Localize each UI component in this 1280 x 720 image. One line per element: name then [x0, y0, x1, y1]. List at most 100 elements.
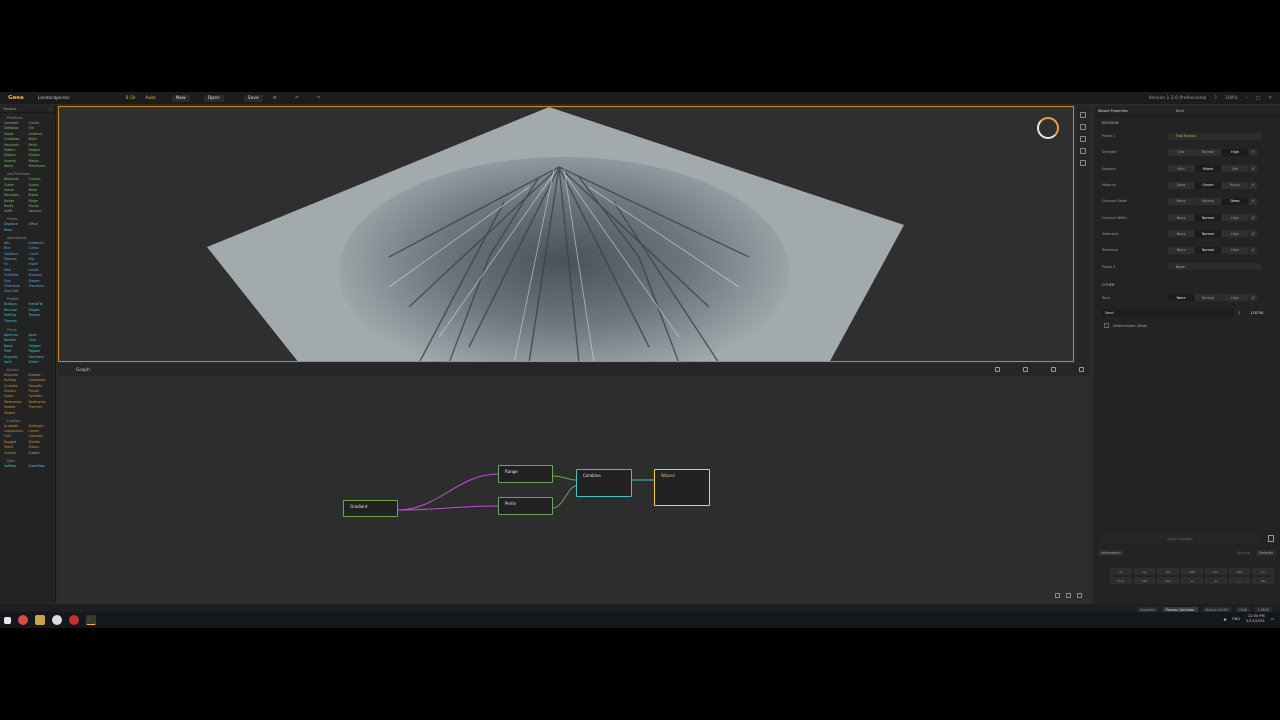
library-node-item[interactable]: Clamp — [29, 246, 54, 250]
quick-key-button[interactable]: Diff — [1181, 568, 1203, 575]
segment-option[interactable]: Normal — [1195, 214, 1221, 222]
clock[interactable]: 12:00 PM 5/15/2023 — [1246, 614, 1264, 624]
segment-option[interactable]: Sand — [1168, 181, 1194, 189]
library-node-item[interactable]: Badlands — [4, 177, 29, 181]
library-node-item[interactable]: Erosion — [4, 389, 29, 393]
library-node-item[interactable]: Displace — [4, 222, 29, 226]
library-node-item[interactable]: Plates — [29, 193, 54, 197]
library-node-item[interactable]: Ridged — [29, 148, 54, 152]
person-icon[interactable] — [1080, 124, 1086, 130]
library-node-item[interactable]: Rugged — [4, 440, 29, 444]
library-node-item[interactable]: Cracks — [29, 121, 54, 125]
segment-option[interactable]: Deep — [1222, 197, 1248, 205]
library-node-item[interactable]: Sediments — [29, 400, 54, 404]
library-node-item[interactable]: Perlin — [29, 143, 54, 147]
library-node-item[interactable]: Invert — [29, 262, 54, 266]
library-section-title[interactable]: Data — [7, 459, 53, 463]
reset-icon[interactable]: ↺ — [1249, 294, 1257, 302]
library-node-item[interactable]: Wheel — [29, 360, 54, 364]
quick-key-button[interactable]: Flow — [1110, 577, 1132, 584]
library-node-item[interactable]: Rocky — [4, 204, 29, 208]
zoom-label[interactable]: 100% — [1225, 96, 1238, 101]
library-node-item[interactable]: Fx — [4, 262, 29, 266]
library-node-item[interactable]: Crumble — [4, 384, 29, 388]
library-node-item[interactable]: Contractor — [29, 378, 54, 382]
segment-option[interactable]: Low — [1168, 148, 1194, 156]
library-node-item[interactable]: Stripes — [29, 153, 54, 157]
network-icon[interactable]: ▲ — [1224, 617, 1227, 621]
quick-key-button[interactable]: Lo — [1252, 568, 1274, 575]
library-node-item[interactable] — [29, 319, 54, 323]
library-node-item[interactable]: Aperture — [4, 333, 29, 337]
library-node-item[interactable]: Fluvial — [29, 389, 54, 393]
library-node-item[interactable]: DotNoise — [4, 126, 29, 130]
library-node-item[interactable]: Gabor — [4, 132, 29, 136]
save-button[interactable]: Save — [243, 94, 263, 102]
library-node-item[interactable]: Carver — [29, 429, 54, 433]
library-node-item[interactable]: Bulbous — [4, 302, 29, 306]
library-node-item[interactable]: Combine — [4, 252, 29, 256]
quick-key-button[interactable]: Ero — [1204, 568, 1227, 575]
reset-icon[interactable]: ↺ — [1249, 246, 1257, 254]
library-node-item[interactable]: Volcano — [29, 209, 54, 213]
library-node-item[interactable]: Surface — [4, 451, 29, 455]
library-node-item[interactable]: Fold — [4, 434, 29, 438]
deterministic-checkbox[interactable]: Deterministic (Slow) — [1094, 320, 1280, 332]
library-node-item[interactable]: Shaper — [29, 279, 54, 283]
quick-key-button[interactable]: → — [1228, 577, 1251, 584]
quick-key-button[interactable]: Sed — [1228, 568, 1251, 575]
segment-option[interactable]: Gravel — [1195, 181, 1221, 189]
eye-icon[interactable] — [1080, 160, 1086, 166]
segment-option[interactable]: None — [1168, 230, 1194, 238]
information-button[interactable]: Information — [1098, 550, 1124, 556]
erosion-section-title[interactable]: EROSION — [1102, 121, 1280, 125]
language-indicator[interactable]: ENG — [1232, 617, 1240, 621]
library-node-item[interactable]: Blur — [4, 246, 29, 250]
quick-key-button[interactable]: Rel — [1252, 577, 1274, 584]
quick-key-button[interactable]: Sq — [1157, 568, 1180, 575]
library-node-item[interactable]: Offset — [29, 222, 54, 226]
node-perlin[interactable]: Perlin — [498, 497, 553, 515]
library-node-item[interactable]: Seamless — [29, 355, 54, 359]
library-node-item[interactable]: Cells — [29, 338, 54, 342]
reset-icon[interactable]: ↺ — [1249, 148, 1257, 156]
library-node-item[interactable]: MultiFold — [4, 273, 29, 277]
library-node-item[interactable]: Range — [4, 199, 29, 203]
other-section-title[interactable]: OTHER — [1102, 283, 1280, 287]
light-icon[interactable] — [1080, 148, 1086, 154]
phase1-dropdown[interactable]: Fast Erosion — [1168, 132, 1262, 140]
tab-properties[interactable]: Wizard Properties — [1098, 109, 1128, 113]
library-node-item[interactable]: Zero Edit — [4, 289, 29, 293]
library-node-item[interactable] — [29, 228, 54, 232]
segment-option[interactable]: High — [1222, 148, 1248, 156]
quick-key-button[interactable]: ∆ — [1204, 577, 1227, 584]
library-node-item[interactable]: Mountain — [4, 193, 29, 197]
reset-icon[interactable]: ↺ — [1249, 230, 1257, 238]
segment-option[interactable]: High — [1222, 294, 1248, 302]
library-node-item[interactable]: SoftClip — [4, 313, 29, 317]
reset-icon[interactable]: ↺ — [1249, 197, 1257, 205]
app-logo[interactable]: Gaea — [8, 95, 24, 101]
segment-option[interactable]: High — [1222, 230, 1248, 238]
restore-button[interactable]: Restore — [1237, 551, 1250, 555]
node-wizard[interactable]: Wizard — [654, 469, 710, 506]
library-node-item[interactable]: Deposits — [29, 384, 54, 388]
segment-option[interactable]: None — [1168, 197, 1194, 205]
settings-icon[interactable]: ⚙ — [273, 96, 277, 101]
quick-key-button[interactable]: Lg — [1133, 568, 1156, 575]
library-node-item[interactable]: Noise — [4, 344, 29, 348]
segment-option[interactable]: Normal — [1195, 246, 1221, 254]
resolution-dropdown[interactable]: 0.5k — [126, 96, 136, 101]
library-node-item[interactable]: Hydro — [4, 394, 29, 398]
library-node-item[interactable]: Curve — [29, 252, 54, 256]
node-range[interactable]: Range — [498, 465, 553, 483]
segment-option[interactable]: High — [1222, 246, 1248, 254]
node-graph[interactable]: Graph Gradient Range Perlin Combine Wiza… — [58, 364, 1090, 604]
checkbox-icon[interactable] — [1104, 323, 1109, 329]
library-node-item[interactable]: Origami — [29, 344, 54, 348]
collapse-icon[interactable] — [1077, 593, 1082, 598]
library-section-title[interactable]: Erosion — [7, 368, 53, 372]
library-node-item[interactable]: Languorous — [4, 429, 29, 433]
library-node-item[interactable] — [29, 411, 54, 415]
defaults-button[interactable]: Defaults — [1255, 550, 1276, 556]
